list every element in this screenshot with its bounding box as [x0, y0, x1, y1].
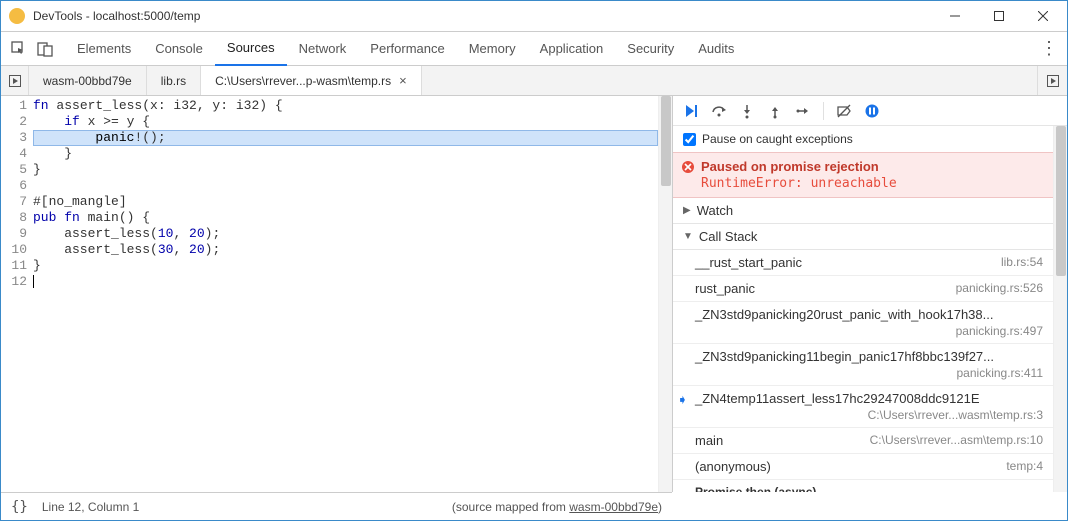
- minimize-button[interactable]: [933, 2, 977, 30]
- navigator-toggle-icon[interactable]: [1, 66, 29, 95]
- callstack-frame[interactable]: _ZN3std9panicking11begin_panic17hf8bbc13…: [673, 344, 1053, 386]
- frame-fn: _ZN3std9panicking20rust_panic_with_hook1…: [695, 307, 993, 322]
- source-mapped: (source mapped from wasm-00bbd79e): [452, 500, 662, 514]
- frame-fn: main: [695, 433, 723, 448]
- pause-on-exceptions-button[interactable]: [860, 99, 884, 123]
- callstack-frame[interactable]: _ZN3std9panicking20rust_panic_with_hook1…: [673, 302, 1053, 344]
- code-body[interactable]: fn assert_less(x: i32, y: i32) { if x >=…: [33, 96, 658, 492]
- source-tab-2[interactable]: C:\Users\rrever...p-wasm\temp.rs ×: [201, 66, 422, 95]
- tab-console[interactable]: Console: [143, 32, 215, 66]
- debugger-toggle-icon[interactable]: [1037, 66, 1067, 95]
- callstack-frame[interactable]: __rust_start_panic lib.rs:54: [673, 250, 1053, 276]
- tab-performance[interactable]: Performance: [358, 32, 456, 66]
- close-tab-icon[interactable]: ×: [399, 73, 407, 88]
- editor-scrollbar[interactable]: [658, 96, 672, 492]
- frame-loc: panicking.rs:497: [695, 324, 1043, 338]
- paused-banner: Paused on promise rejection RuntimeError…: [673, 152, 1053, 198]
- collapse-icon: ▶: [683, 205, 691, 216]
- frame-fn: __rust_start_panic: [695, 255, 802, 270]
- resume-button[interactable]: [679, 99, 703, 123]
- debugger-toolbar: [673, 96, 1067, 126]
- devtools-main-tabs: Elements Console Sources Network Perform…: [65, 32, 746, 66]
- error-icon: [681, 160, 695, 174]
- debugger-body: Pause on caught exceptions Paused on pro…: [673, 126, 1067, 492]
- source-tab-label: lib.rs: [161, 74, 186, 88]
- callstack-section[interactable]: ▼ Call Stack: [673, 224, 1053, 250]
- window-title: DevTools - localhost:5000/temp: [33, 9, 933, 23]
- callstack-frame-current[interactable]: ➧ _ZN4temp11assert_less17hc29247008ddc912…: [673, 386, 1053, 428]
- close-button[interactable]: [1021, 2, 1065, 30]
- source-tabstrip: wasm-00bbd79e lib.rs C:\Users\rrever...p…: [1, 66, 1067, 96]
- frame-fn: _ZN4temp11assert_less17hc29247008ddc9121…: [695, 391, 980, 406]
- step-out-button[interactable]: [763, 99, 787, 123]
- source-tab-0[interactable]: wasm-00bbd79e: [29, 66, 147, 95]
- current-frame-arrow-icon: ➧: [677, 392, 688, 408]
- step-button[interactable]: [791, 99, 815, 123]
- content-area: 123456789101112 fn assert_less(x: i32, y…: [1, 96, 1067, 492]
- window-titlebar: DevTools - localhost:5000/temp: [1, 1, 1067, 32]
- debugger-pane: Pause on caught exceptions Paused on pro…: [672, 96, 1067, 492]
- frame-loc: C:\Users\rrever...asm\temp.rs:10: [870, 433, 1043, 447]
- debugger-scrollbar[interactable]: [1053, 126, 1067, 492]
- frame-fn: _ZN3std9panicking11begin_panic17hf8bbc13…: [695, 349, 994, 364]
- tab-audits[interactable]: Audits: [686, 32, 746, 66]
- frame-loc: panicking.rs:526: [956, 281, 1043, 295]
- paused-detail: RuntimeError: unreachable: [701, 176, 1043, 191]
- async-divider: Promise.then (async): [673, 480, 1053, 492]
- cursor-position: Line 12, Column 1: [42, 500, 139, 514]
- frame-fn: (anonymous): [695, 459, 771, 474]
- callstack-label: Call Stack: [699, 229, 758, 244]
- step-into-button[interactable]: [735, 99, 759, 123]
- step-over-button[interactable]: [707, 99, 731, 123]
- callstack-frame[interactable]: (anonymous) temp:4: [673, 454, 1053, 480]
- frame-loc: lib.rs:54: [1001, 255, 1043, 269]
- frame-loc: C:\Users\rrever...wasm\temp.rs:3: [695, 408, 1043, 422]
- line-gutter: 123456789101112: [1, 96, 33, 492]
- devtools-toolbar: Elements Console Sources Network Perform…: [1, 32, 1067, 66]
- app-icon: [9, 8, 25, 24]
- code-editor[interactable]: 123456789101112 fn assert_less(x: i32, y…: [1, 96, 672, 492]
- tab-application[interactable]: Application: [528, 32, 616, 66]
- pause-caught-label: Pause on caught exceptions: [702, 132, 853, 146]
- frame-fn: rust_panic: [695, 281, 755, 296]
- tab-elements[interactable]: Elements: [65, 32, 143, 66]
- pause-caught-checkbox[interactable]: [683, 133, 696, 146]
- watch-section[interactable]: ▶ Watch: [673, 198, 1053, 224]
- scrollbar-thumb[interactable]: [661, 96, 671, 186]
- source-tab-label: wasm-00bbd79e: [43, 74, 132, 88]
- tab-security[interactable]: Security: [615, 32, 686, 66]
- frame-loc: temp:4: [1006, 459, 1043, 473]
- callstack-frame[interactable]: main C:\Users\rrever...asm\temp.rs:10: [673, 428, 1053, 454]
- tab-network[interactable]: Network: [287, 32, 359, 66]
- paused-title: Paused on promise rejection: [701, 159, 1043, 174]
- tab-memory[interactable]: Memory: [457, 32, 528, 66]
- pause-caught-row: Pause on caught exceptions: [673, 126, 1053, 152]
- source-tab-label: C:\Users\rrever...p-wasm\temp.rs: [215, 74, 391, 88]
- callstack-frame[interactable]: rust_panic panicking.rs:526: [673, 276, 1053, 302]
- tab-sources[interactable]: Sources: [215, 32, 287, 66]
- deactivate-breakpoints-button[interactable]: [832, 99, 856, 123]
- frame-loc: panicking.rs:411: [695, 366, 1043, 380]
- device-toolbar-icon[interactable]: [33, 37, 57, 61]
- more-menu-icon[interactable]: ⋮: [1037, 38, 1061, 59]
- source-map-link[interactable]: wasm-00bbd79e: [569, 500, 658, 514]
- watch-label: Watch: [697, 203, 733, 218]
- inspect-element-icon[interactable]: [7, 37, 31, 61]
- status-bar: {} Line 12, Column 1 (source mapped from…: [1, 492, 672, 520]
- scrollbar-thumb[interactable]: [1056, 126, 1066, 276]
- maximize-button[interactable]: [977, 2, 1021, 30]
- source-tab-1[interactable]: lib.rs: [147, 66, 201, 95]
- expand-icon: ▼: [683, 231, 693, 242]
- format-icon[interactable]: {}: [11, 499, 28, 515]
